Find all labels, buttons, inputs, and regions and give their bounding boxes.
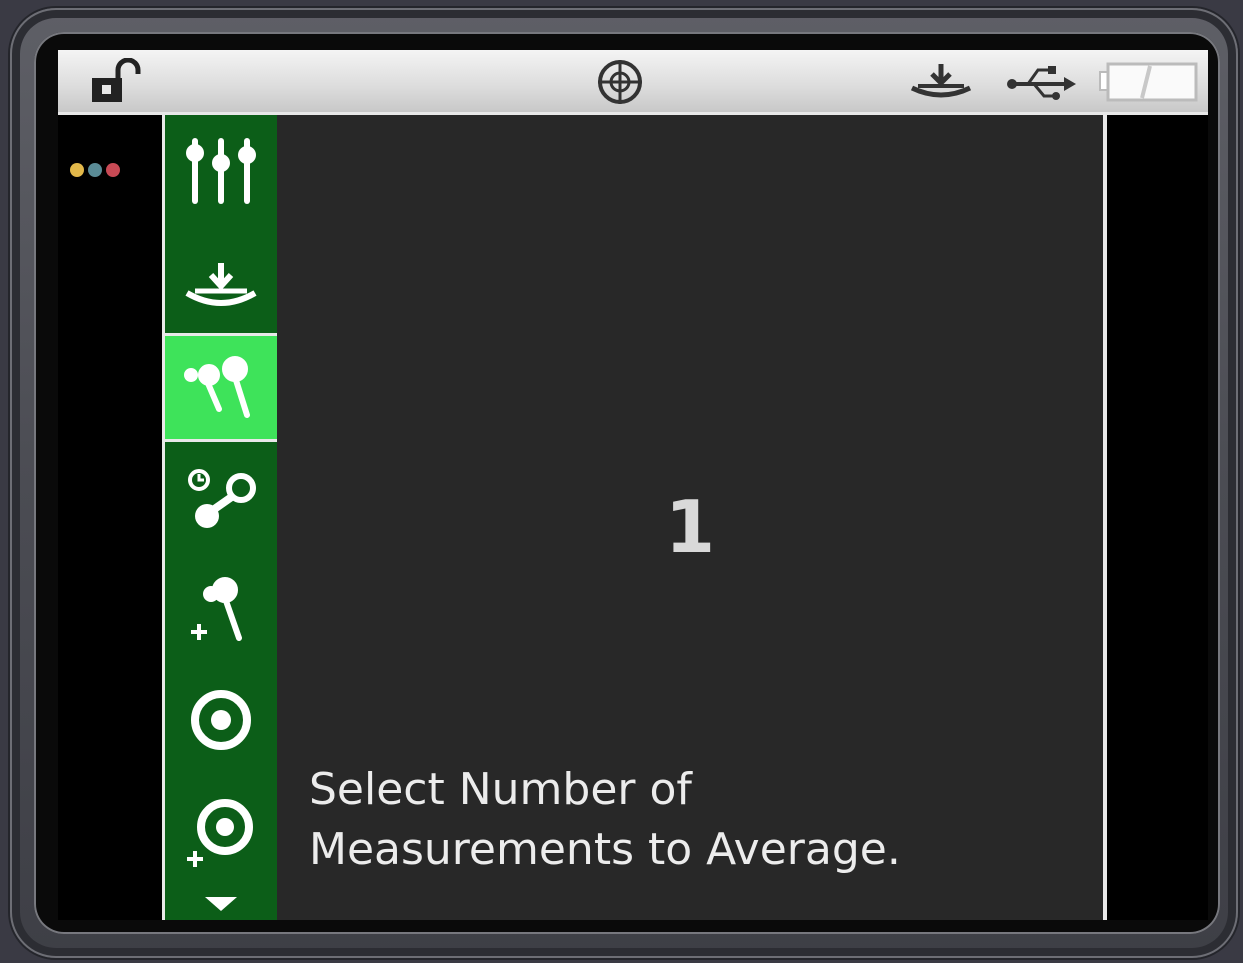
target-crosshair-icon[interactable] xyxy=(594,58,646,110)
sidebar-item-receive[interactable] xyxy=(165,245,277,325)
receive-download-icon xyxy=(185,263,257,306)
unlock-icon[interactable] xyxy=(88,57,144,110)
status-dot-red xyxy=(106,163,120,177)
scroll-down-arrow-icon xyxy=(205,896,237,911)
instruction-line-1: Select Number of xyxy=(309,764,692,815)
sidebar-item-timed[interactable] xyxy=(165,455,277,545)
sidebar-item-target[interactable] xyxy=(165,675,277,765)
target-ring-icon xyxy=(191,690,251,750)
selected-count-value[interactable]: 1 xyxy=(277,485,1103,569)
usb-icon[interactable] xyxy=(1004,58,1078,110)
add-target-icon xyxy=(187,799,253,867)
sidebar-item-settings[interactable] xyxy=(165,125,277,213)
sidebar-item-measure[interactable] xyxy=(165,336,277,439)
instruction-text: Select Number of Measurements to Average… xyxy=(309,760,1089,880)
sliders-settings-icon xyxy=(186,138,256,204)
sidebar-menu xyxy=(162,115,280,920)
sidebar-item-add-point[interactable] xyxy=(165,565,277,655)
measure-pins-icon xyxy=(184,355,250,418)
add-point-icon xyxy=(191,577,242,641)
instruction-line-2: Measurements to Average. xyxy=(309,824,901,875)
sidebar-item-add-target[interactable] xyxy=(165,785,277,881)
device-screen: 1 Select Number of Measurements to Avera… xyxy=(58,50,1208,920)
timed-connect-icon xyxy=(188,469,256,528)
sidebar-scroll-down[interactable] xyxy=(165,885,277,920)
download-receive-icon[interactable] xyxy=(908,58,974,110)
status-dot-yellow xyxy=(70,163,84,177)
sidebar-separator xyxy=(165,439,277,442)
status-dots xyxy=(70,162,124,181)
status-bar xyxy=(58,50,1208,115)
status-dot-teal xyxy=(88,163,102,177)
main-panel: 1 Select Number of Measurements to Avera… xyxy=(277,115,1107,920)
battery-icon xyxy=(1098,58,1198,110)
